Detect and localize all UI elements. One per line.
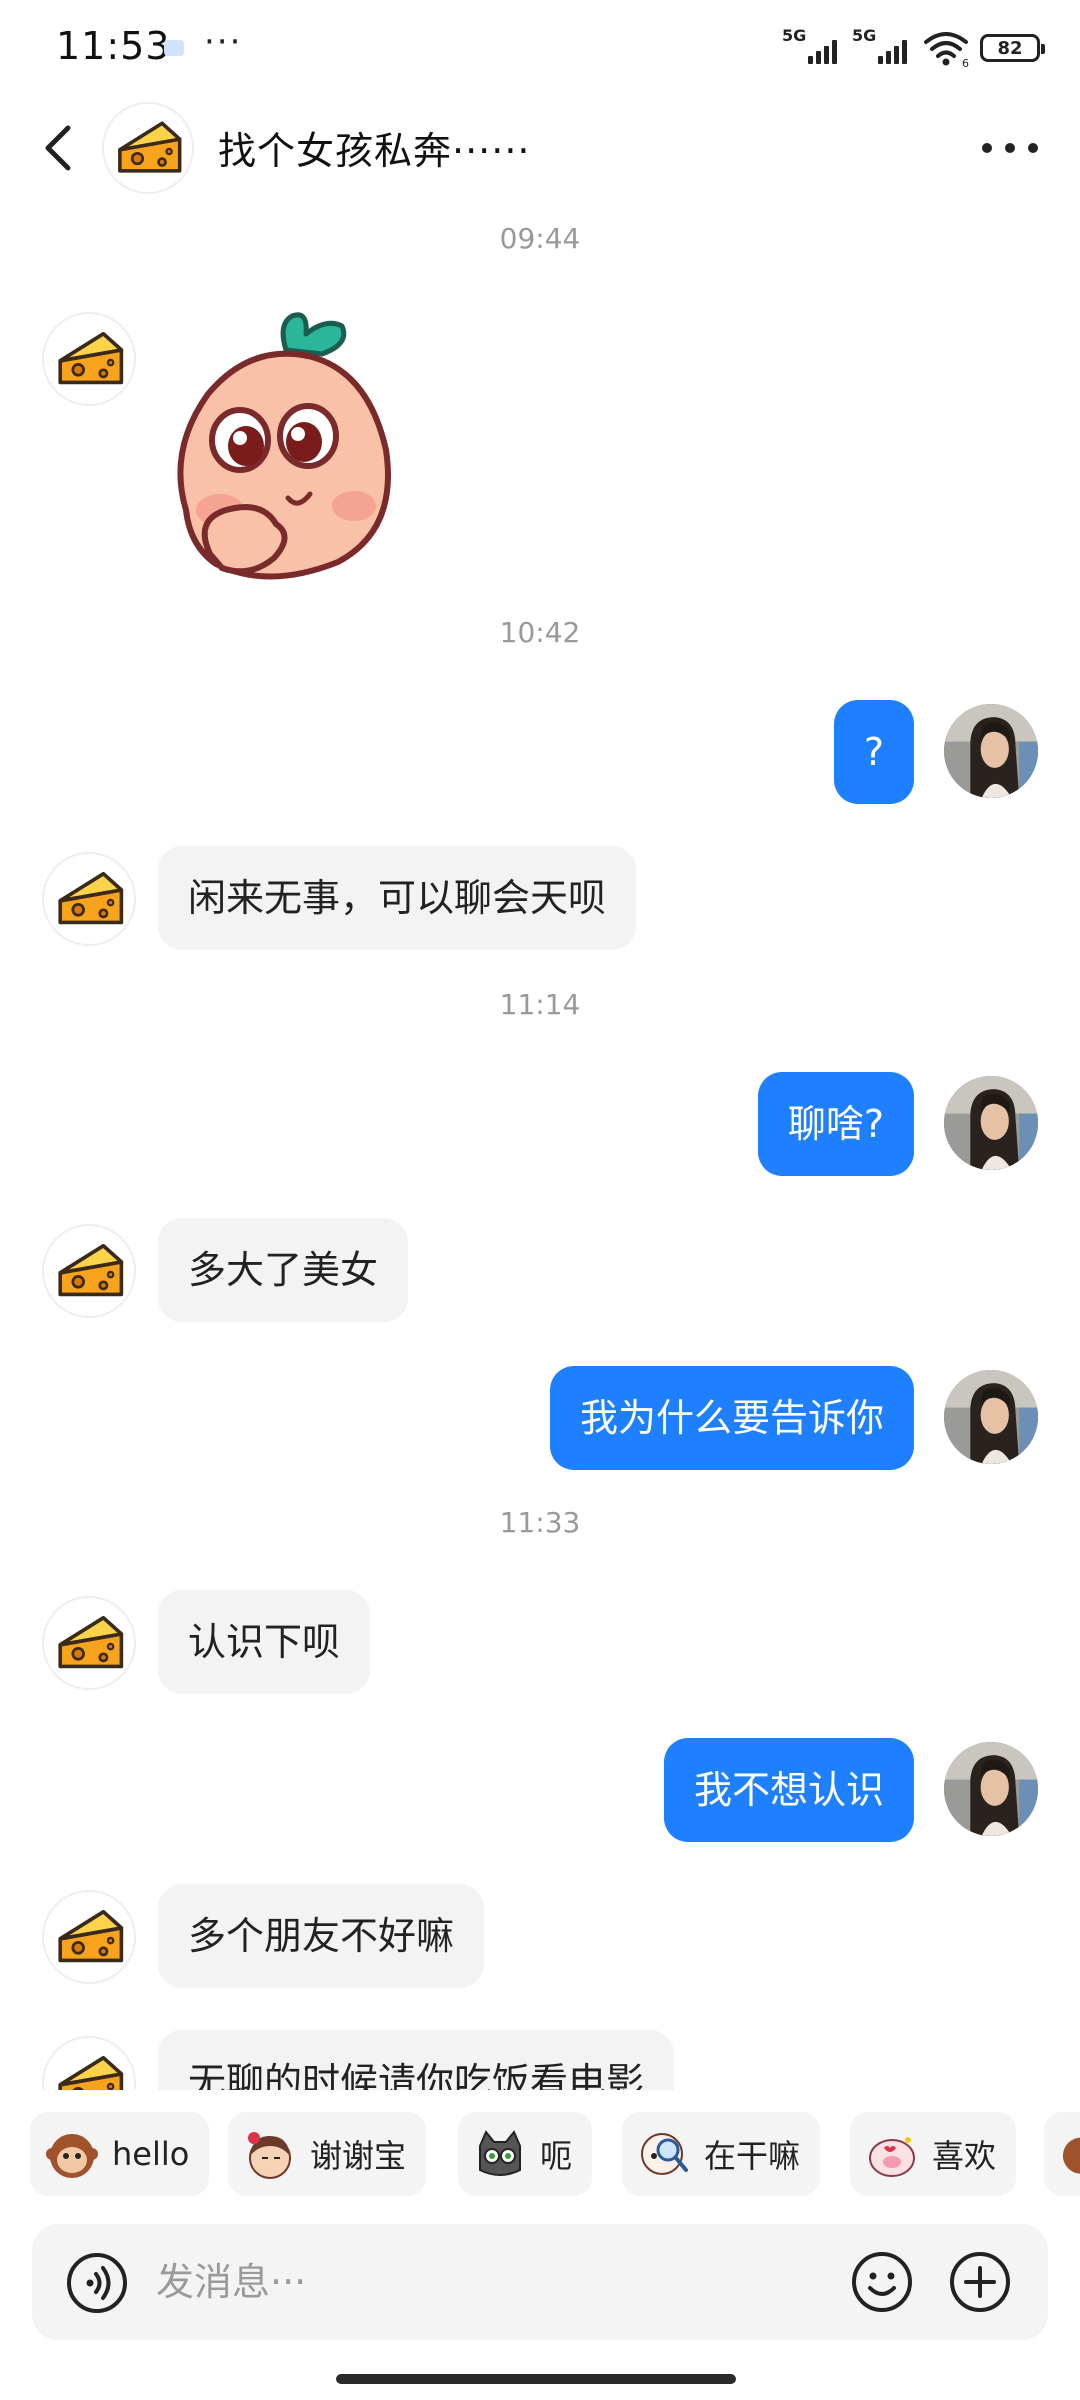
timestamp: 10:42 [499,616,581,649]
quick-reply-er[interactable]: 呃 [458,2112,593,2196]
quick-reply-like[interactable]: 喜欢 [850,2112,1017,2196]
status-overflow-icon: ··· [204,22,243,62]
quick-reply-label: 在干嘛 [704,2137,801,2175]
timestamp: 11:14 [499,988,581,1021]
contact-avatar[interactable] [42,2036,136,2090]
quick-reply-doing[interactable]: 在干嘛 [622,2112,821,2196]
quick-reply-label: 喜欢 [932,2137,997,2175]
signal-label: 5G [782,26,807,45]
message-bubble-out[interactable]: 我为什么要告诉你 [549,1366,914,1470]
quick-reply-label: hello [112,2135,190,2173]
emoji-icon[interactable] [850,2250,914,2314]
status-time: 11:53 [56,24,171,68]
header-avatar[interactable] [102,102,194,194]
user-avatar[interactable] [944,1370,1038,1464]
home-indicator[interactable] [336,2374,736,2384]
voice-icon[interactable] [66,2252,128,2314]
heart-pig-sticker-icon [869,2137,915,2177]
girl-sticker-icon [248,2132,291,2179]
peach-sticker[interactable] [158,310,418,590]
quick-reply-thanks[interactable]: 谢谢宝 [228,2112,427,2196]
magnifier-sticker-icon [641,2133,688,2175]
timestamp: 11:33 [499,1506,581,1539]
timestamp: 09:44 [499,222,581,255]
chat-message-list[interactable]: 09:44 10:42 ? 闲来无事，可以聊会天呗 11:14 聊啥? 多大了美… [0,200,1080,2090]
plus-icon[interactable] [948,2250,1012,2314]
more-dots-icon[interactable] [982,128,1038,168]
message-input[interactable] [156,2248,836,2316]
wifi-badge: 6 [962,57,969,68]
wifi-icon: 6 [924,32,969,68]
quick-reply-label: 呃 [540,2137,573,2175]
chevron-left-icon[interactable] [36,120,84,176]
user-avatar[interactable] [944,704,1038,798]
chat-header: 找个女孩私奔······ [0,100,1080,196]
signal-label-2: 5G [852,26,877,45]
message-composer [32,2224,1048,2340]
battery-icon: 82 [980,34,1045,62]
message-bubble-in[interactable]: 无聊的时候请你吃饭看电影 [158,2030,675,2090]
contact-avatar[interactable] [42,1224,136,1318]
user-avatar[interactable] [944,1076,1038,1170]
monkey-sticker-icon [1062,2137,1080,2174]
message-bubble-out[interactable]: 聊啥? [757,1072,914,1176]
status-bar: 11:53 ··· 5G 5G 6 82 [0,0,1080,96]
message-bubble-in[interactable]: 认识下呗 [158,1590,371,1694]
quick-reply-more[interactable] [1044,2112,1080,2196]
message-bubble-out[interactable]: ? [833,700,914,804]
message-bubble-in[interactable]: 闲来无事，可以聊会天呗 [158,846,637,950]
quick-reply-hello[interactable]: hello [30,2112,210,2196]
contact-avatar[interactable] [42,1596,136,1690]
contact-avatar[interactable] [42,852,136,946]
chat-title[interactable]: 找个女孩私奔······ [218,120,530,175]
contact-avatar[interactable] [42,1890,136,1984]
contact-avatar[interactable] [42,312,136,406]
user-avatar[interactable] [944,1742,1038,1836]
monkey-sticker-icon [46,2134,98,2178]
message-bubble-out[interactable]: 我不想认识 [663,1738,914,1842]
message-bubble-in[interactable]: 多大了美女 [158,1218,409,1322]
status-indicators: 5G 5G 6 82 [782,26,1045,68]
cat-sticker-icon [479,2130,521,2176]
message-bubble-in[interactable]: 多个朋友不好嘛 [158,1884,485,1988]
signal-icon: 5G [782,26,842,68]
signal-icon-2: 5G [852,26,912,68]
quick-reply-label: 谢谢宝 [310,2137,407,2175]
notification-icon [164,40,184,56]
quick-reply-bar[interactable]: hello 谢谢宝 呃 在干嘛 喜欢 [0,2112,1080,2200]
